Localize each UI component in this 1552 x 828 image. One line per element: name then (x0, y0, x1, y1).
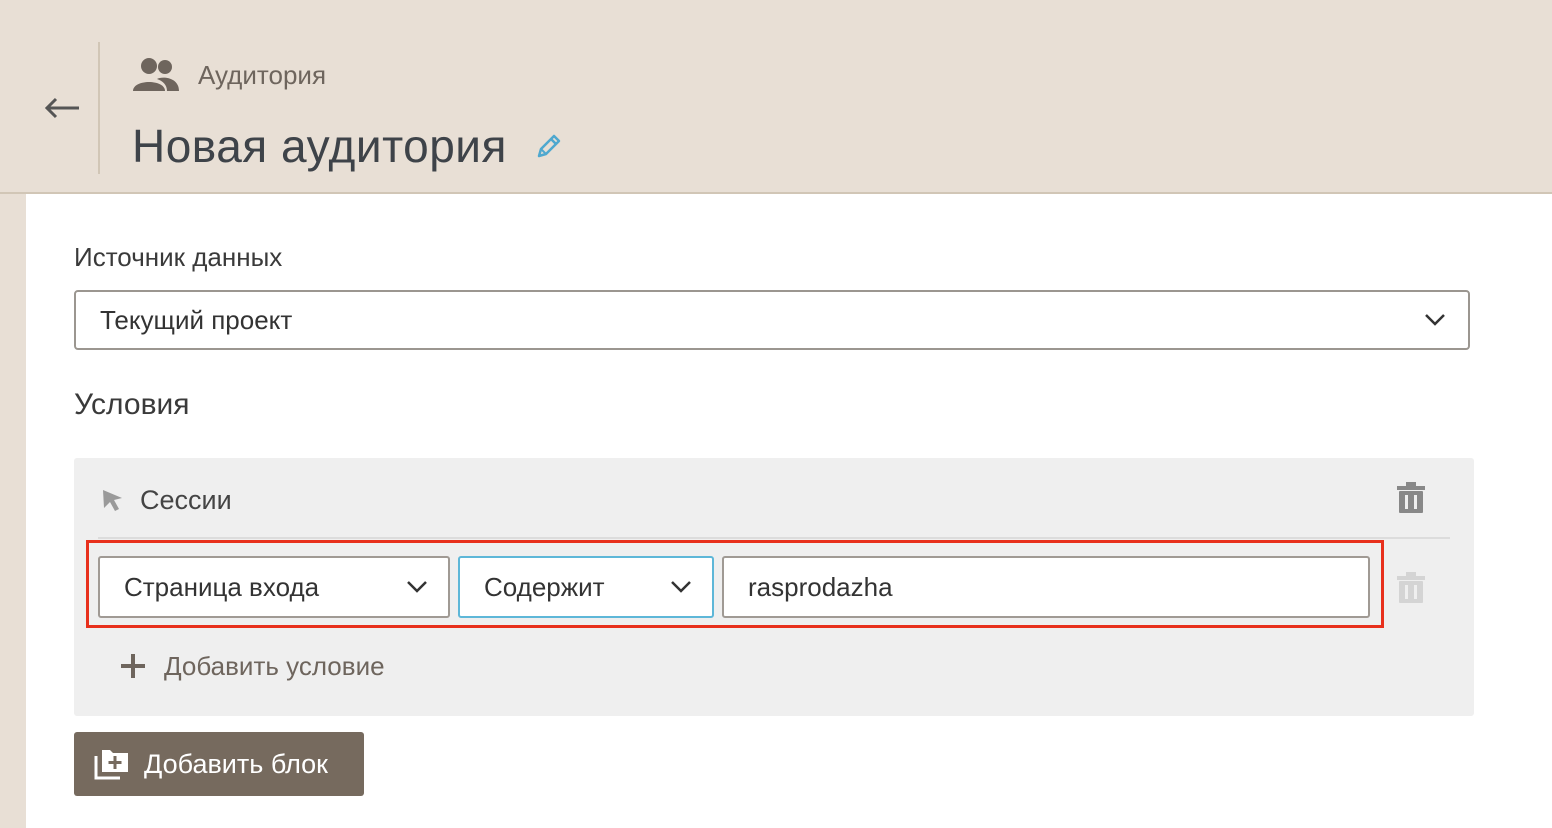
block-header: Сессии (100, 480, 232, 520)
condition-operator-value: Содержит (484, 571, 605, 602)
add-folder-icon (94, 748, 130, 780)
add-condition-button[interactable]: Добавить условие (120, 646, 385, 686)
condition-value-input[interactable] (722, 556, 1370, 618)
source-label: Источник данных (74, 242, 283, 272)
delete-block-button[interactable] (1394, 480, 1428, 516)
page-title-row: Новая аудитория (132, 116, 563, 176)
conditions-title: Условия (74, 388, 190, 421)
breadcrumb[interactable]: Аудитория (132, 55, 326, 95)
edit-title-button[interactable] (535, 132, 563, 160)
chevron-down-icon (1424, 313, 1446, 327)
pencil-icon (535, 132, 563, 160)
add-condition-label: Добавить условие (164, 650, 385, 681)
breadcrumb-label: Аудитория (198, 59, 327, 90)
trash-icon (1396, 482, 1426, 514)
chevron-down-icon (670, 580, 692, 594)
cursor-icon (100, 487, 126, 513)
condition-field-select[interactable]: Страница входа (98, 556, 450, 618)
trash-icon (1396, 572, 1426, 604)
plus-icon (120, 653, 146, 679)
condition-field-value: Страница входа (124, 571, 320, 602)
users-icon (132, 57, 180, 93)
page-title: Новая аудитория (132, 120, 507, 172)
block-divider (98, 537, 1450, 539)
page-header: Аудитория Новая аудитория (0, 0, 1552, 194)
back-button[interactable] (40, 88, 84, 128)
conditions-block: Сессии Страница входа Содержит rasprodaz… (74, 458, 1474, 716)
form-content: Источник данных Текущий проект Условия С… (26, 194, 1552, 828)
header-divider (98, 42, 100, 174)
delete-condition-button[interactable] (1394, 570, 1428, 606)
source-select-value: Текущий проект (100, 304, 293, 335)
add-block-button[interactable]: Добавить блок (74, 732, 364, 796)
source-select[interactable]: Текущий проект (74, 290, 1470, 350)
add-block-label: Добавить блок (144, 748, 328, 779)
arrow-left-icon (43, 97, 81, 119)
block-title: Сессии (140, 484, 232, 515)
condition-operator-select[interactable]: Содержит (458, 556, 714, 618)
chevron-down-icon (406, 580, 428, 594)
